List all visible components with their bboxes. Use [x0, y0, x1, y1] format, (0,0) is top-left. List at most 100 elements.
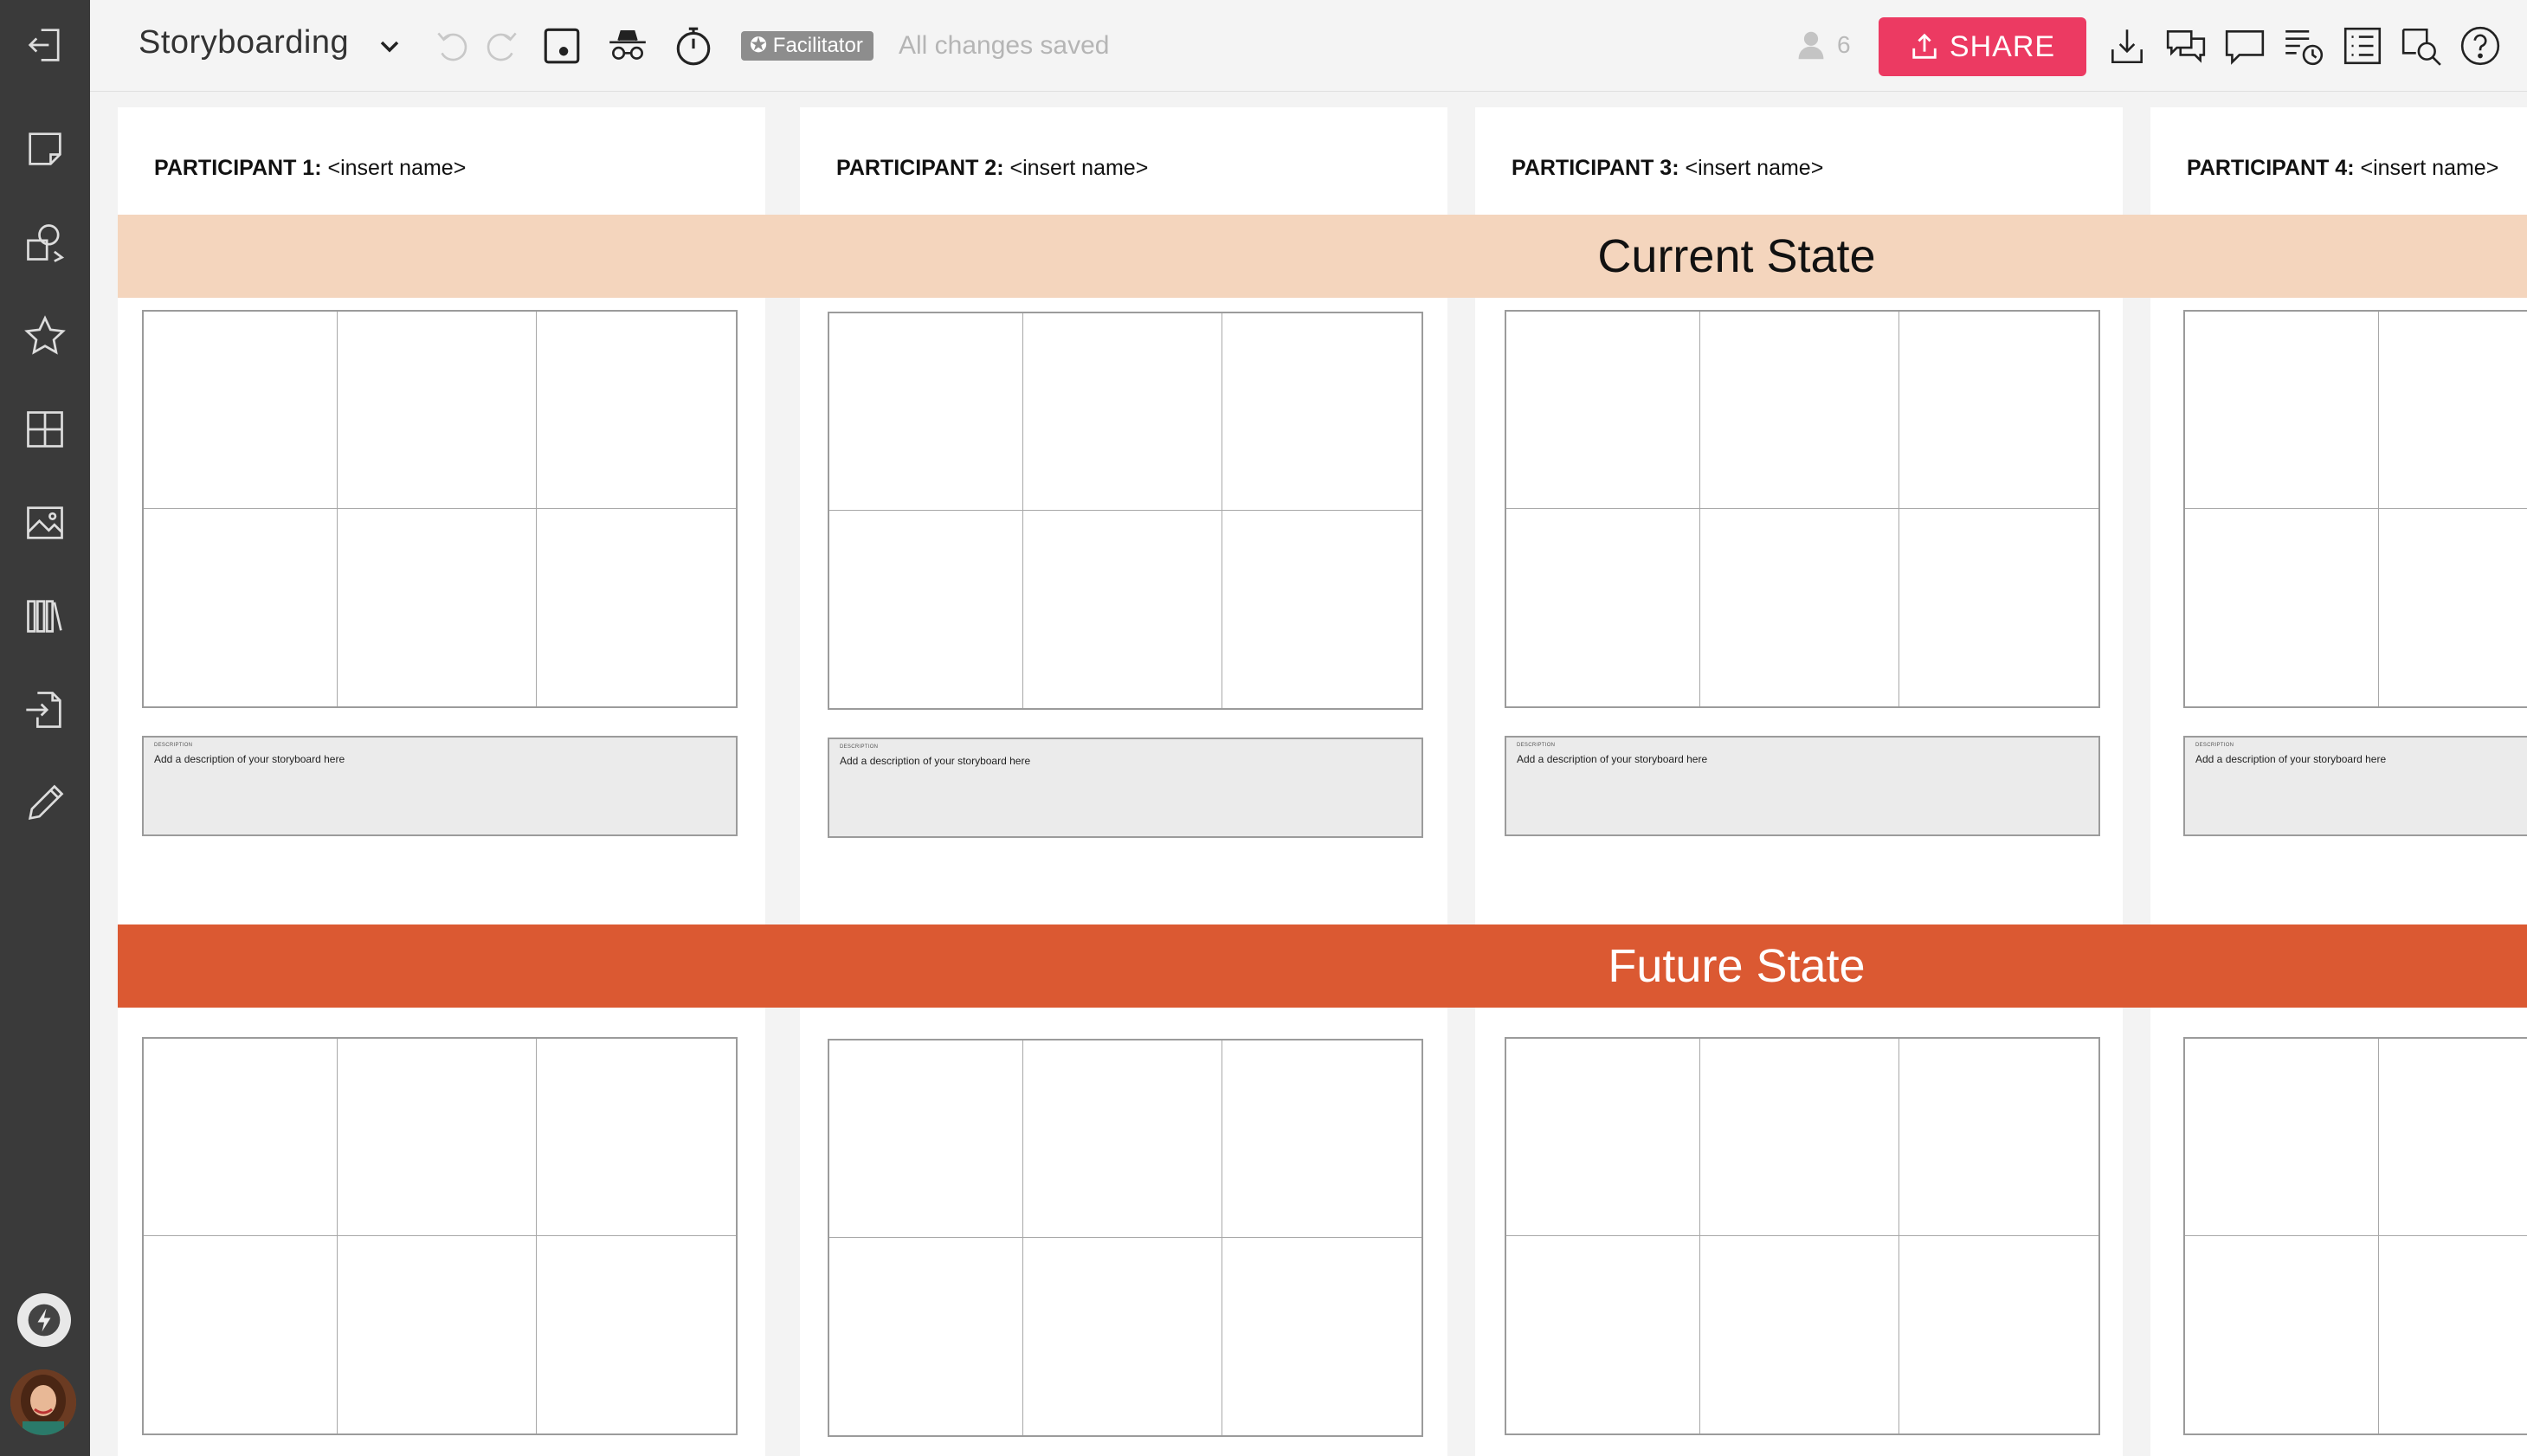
storyboard-cell[interactable] — [829, 511, 1023, 708]
search-board-icon[interactable] — [2396, 21, 2446, 71]
exit-icon[interactable] — [16, 16, 74, 74]
undo-icon[interactable] — [428, 21, 478, 71]
storyboard-cell[interactable] — [2379, 312, 2527, 509]
future-state-banner[interactable]: Future State — [118, 924, 2527, 1008]
storyboard-grid-current-2[interactable] — [828, 312, 1423, 710]
avatar[interactable] — [10, 1369, 76, 1435]
storyboard-cell[interactable] — [2379, 1039, 2527, 1236]
board-canvas[interactable]: PARTICIPANT 1: <insert name> PARTICIPANT… — [90, 92, 2527, 1456]
description-box-3[interactable]: DESCRIPTION Add a description of your st… — [1505, 736, 2100, 836]
description-box-4[interactable]: DESCRIPTION Add a description of your st… — [2183, 736, 2527, 836]
storyboard-cell[interactable] — [537, 509, 736, 706]
pen-icon[interactable] — [16, 774, 74, 833]
storyboard-grid-future-2[interactable] — [828, 1039, 1423, 1437]
bolt-icon[interactable] — [17, 1293, 71, 1347]
storyboard-cell[interactable] — [1700, 509, 1899, 706]
storyboard-cell[interactable] — [1506, 312, 1700, 509]
comment-icon[interactable] — [2220, 21, 2270, 71]
storyboard-cell[interactable] — [1023, 1238, 1222, 1435]
share-button[interactable]: SHARE — [1879, 17, 2086, 76]
grid-icon[interactable] — [16, 400, 74, 459]
participant-header-3[interactable]: PARTICIPANT 3: <insert name> — [1512, 156, 1823, 181]
storyboard-cell[interactable] — [338, 509, 537, 706]
storyboard-cell[interactable] — [829, 313, 1023, 511]
storyboard-cell[interactable] — [1506, 1236, 1700, 1433]
storyboard-cell[interactable] — [1700, 312, 1899, 509]
storyboard-cell[interactable] — [144, 1236, 338, 1433]
participant-header-2[interactable]: PARTICIPANT 2: <insert name> — [836, 156, 1148, 181]
storyboard-cell[interactable] — [537, 1236, 736, 1433]
facilitator-badge[interactable]: ✪ Facilitator — [741, 31, 873, 61]
storyboard-cell[interactable] — [1222, 1238, 1421, 1435]
storyboard-cell[interactable] — [144, 509, 338, 706]
storyboard-cell[interactable] — [1700, 1236, 1899, 1433]
participant-name: <insert name> — [2360, 156, 2499, 180]
storyboard-cell[interactable] — [1899, 509, 2098, 706]
storyboard-grid-future-3[interactable] — [1505, 1037, 2100, 1435]
storyboard-cell[interactable] — [2379, 1236, 2527, 1433]
outline-list-icon[interactable] — [2337, 21, 2388, 71]
incognito-icon[interactable] — [603, 21, 653, 71]
future-state-title: Future State — [1608, 940, 1866, 992]
storyboard-cell[interactable] — [1899, 312, 2098, 509]
description-text: Add a description of your storyboard her… — [1517, 753, 1708, 765]
description-label: DESCRIPTION — [840, 744, 879, 750]
storyboard-cell[interactable] — [1506, 1039, 1700, 1236]
timer-icon[interactable] — [668, 21, 719, 71]
storyboard-cell[interactable] — [1222, 1040, 1421, 1238]
storyboard-grid-current-4[interactable] — [2183, 310, 2527, 708]
storyboard-cell[interactable] — [537, 1039, 736, 1236]
storyboard-cell[interactable] — [1023, 313, 1222, 511]
storyboard-cell[interactable] — [829, 1040, 1023, 1238]
image-icon[interactable] — [16, 493, 74, 552]
storyboard-cell[interactable] — [2185, 509, 2379, 706]
download-icon[interactable] — [2102, 21, 2152, 71]
storyboard-cell[interactable] — [1700, 1039, 1899, 1236]
description-box-2[interactable]: DESCRIPTION Add a description of your st… — [828, 738, 1423, 838]
help-icon[interactable] — [2455, 21, 2505, 71]
chat-icon[interactable] — [2161, 21, 2211, 71]
current-state-banner[interactable]: Current State — [118, 215, 2527, 298]
storyboard-cell[interactable] — [338, 1039, 537, 1236]
storyboard-cell[interactable] — [2185, 1039, 2379, 1236]
activity-history-icon[interactable] — [2279, 21, 2329, 71]
redo-icon[interactable] — [476, 21, 526, 71]
storyboard-cell[interactable] — [829, 1238, 1023, 1435]
storyboard-grid-current-1[interactable] — [142, 310, 738, 708]
storyboard-cell[interactable] — [2379, 509, 2527, 706]
storyboard-cell[interactable] — [144, 312, 338, 509]
dice-icon[interactable] — [537, 21, 587, 71]
storyboard-cell[interactable] — [1222, 511, 1421, 708]
participant-name: <insert name> — [1685, 156, 1824, 180]
star-circle-icon: ✪ — [750, 34, 773, 57]
sticky-note-icon[interactable] — [16, 119, 74, 178]
chevron-down-icon[interactable] — [376, 33, 403, 61]
library-icon[interactable] — [16, 587, 74, 646]
storyboard-cell[interactable] — [1222, 313, 1421, 511]
participant-name: <insert name> — [327, 156, 467, 180]
storyboard-cell[interactable] — [1506, 509, 1700, 706]
storyboard-cell[interactable] — [144, 1039, 338, 1236]
storyboard-grid-current-3[interactable] — [1505, 310, 2100, 708]
storyboard-cell[interactable] — [1899, 1236, 2098, 1433]
storyboard-cell[interactable] — [338, 1236, 537, 1433]
storyboard-cell[interactable] — [1023, 1040, 1222, 1238]
import-icon[interactable] — [16, 680, 74, 739]
shapes-icon[interactable] — [16, 213, 74, 272]
storyboard-cell[interactable] — [537, 312, 736, 509]
storyboard-cell[interactable] — [1899, 1039, 2098, 1236]
online-users[interactable]: 6 — [1795, 29, 1851, 61]
storyboard-cell[interactable] — [2185, 312, 2379, 509]
upload-icon — [1912, 33, 1937, 59]
description-box-1[interactable]: DESCRIPTION Add a description of your st… — [142, 736, 738, 836]
storyboard-cell[interactable] — [2185, 1236, 2379, 1433]
left-sidebar — [0, 0, 90, 1456]
storyboard-grid-future-1[interactable] — [142, 1037, 738, 1435]
participant-header-1[interactable]: PARTICIPANT 1: <insert name> — [154, 156, 466, 181]
board-title[interactable]: Storyboarding — [139, 24, 349, 61]
storyboard-grid-future-4[interactable] — [2183, 1037, 2527, 1435]
participant-header-4[interactable]: PARTICIPANT 4: <insert name> — [2187, 156, 2498, 181]
storyboard-cell[interactable] — [1023, 511, 1222, 708]
storyboard-cell[interactable] — [338, 312, 537, 509]
star-icon[interactable] — [16, 306, 74, 365]
